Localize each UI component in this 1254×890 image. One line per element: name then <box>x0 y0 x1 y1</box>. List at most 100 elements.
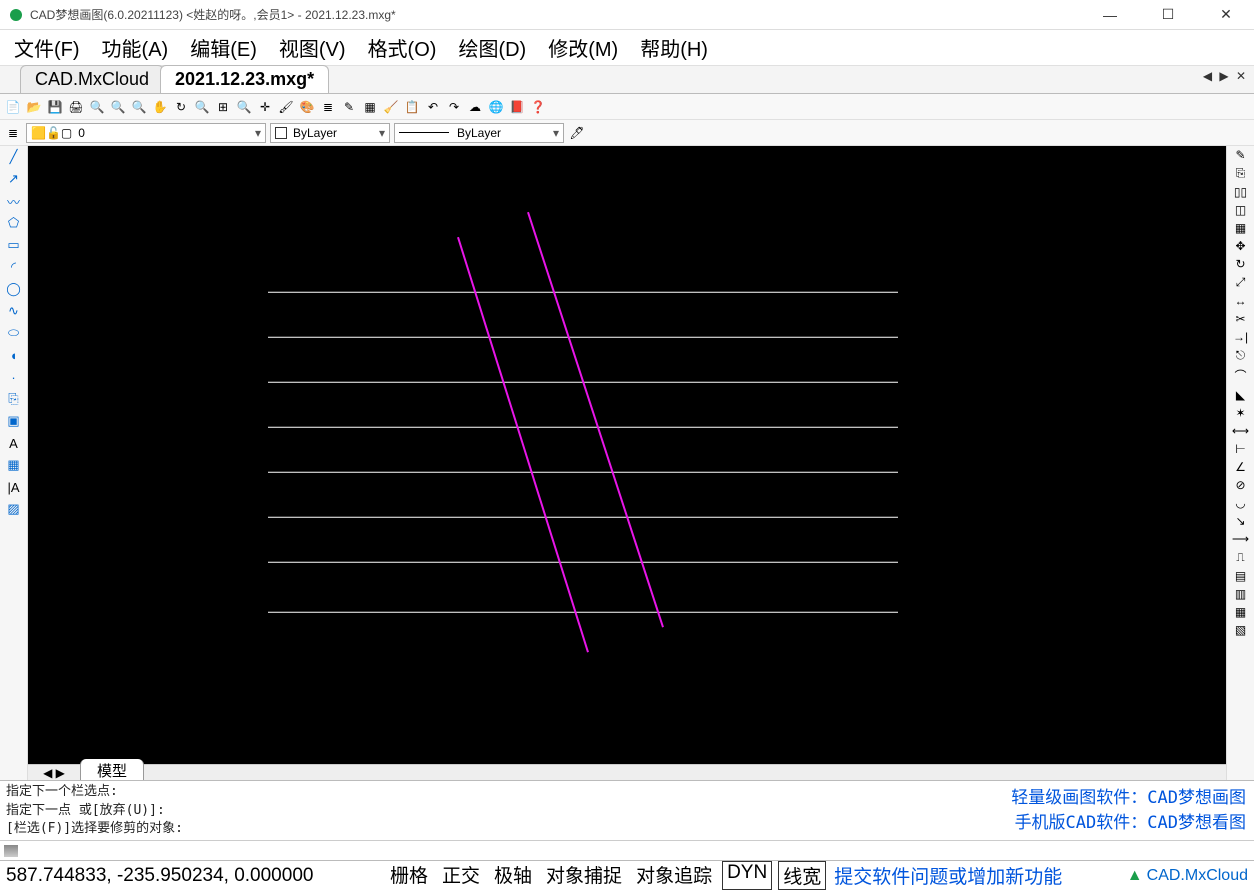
line-icon[interactable]: ╱ <box>4 148 24 166</box>
drawing-canvas[interactable]: Y X 20 140 0 60 <box>28 146 1226 764</box>
ellipsearc-icon[interactable]: ◖ <box>4 346 24 364</box>
chamfer-icon[interactable]: ◣ <box>1236 388 1245 402</box>
menu-format[interactable]: 格式(O) <box>364 31 441 64</box>
stretch-icon[interactable]: ↔ <box>1235 294 1247 308</box>
redo-icon[interactable]: ↷ <box>445 98 463 116</box>
copy2-icon[interactable]: ⎘ <box>1236 166 1246 181</box>
linetype-combo[interactable]: ByLayer <box>394 123 564 143</box>
block-icon[interactable]: ▦ <box>361 98 379 116</box>
rectangle-icon[interactable]: ▭ <box>4 236 24 254</box>
menu-draw[interactable]: 绘图(D) <box>454 31 530 64</box>
zoomin-icon[interactable]: 🔍 <box>109 98 127 116</box>
layermgr-icon[interactable]: ≣ <box>4 124 22 142</box>
polygon-icon[interactable]: ⬠ <box>4 214 24 232</box>
help-icon[interactable]: ❓ <box>529 98 547 116</box>
zoomext-icon[interactable]: 🔍 <box>235 98 253 116</box>
layout-nav[interactable]: ◀ ▶ <box>28 766 80 780</box>
toggle-polar[interactable]: 极轴 <box>490 861 536 890</box>
copy-icon[interactable]: 📋 <box>403 98 421 116</box>
clip4-icon[interactable]: ▧ <box>1235 623 1246 637</box>
layers-icon[interactable]: ≣ <box>319 98 337 116</box>
color-combo[interactable]: ByLayer <box>270 123 390 143</box>
toggle-otrack[interactable]: 对象追踪 <box>632 861 716 890</box>
menu-help[interactable]: 帮助(H) <box>636 31 712 64</box>
spline-icon[interactable]: ∿ <box>4 302 24 320</box>
open-icon[interactable]: 📂 <box>25 98 43 116</box>
move-icon[interactable]: ✥ <box>1235 239 1245 253</box>
dim1-icon[interactable]: ⟷ <box>1232 424 1249 438</box>
toggle-grid[interactable]: 栅格 <box>386 861 432 890</box>
zoomout-icon[interactable]: 🔍 <box>130 98 148 116</box>
dim3-icon[interactable]: ∠ <box>1235 460 1246 474</box>
dim7-icon[interactable]: ⟶ <box>1232 532 1249 546</box>
mtext-icon[interactable]: ▦ <box>4 456 24 474</box>
circle-icon[interactable]: ◯ <box>4 280 24 298</box>
palette-icon[interactable]: 🎨 <box>298 98 316 116</box>
lite-link[interactable]: CAD梦想画图 <box>1147 788 1246 808</box>
rotate-icon[interactable]: ↻ <box>1235 257 1245 271</box>
print-icon[interactable]: 🖨 <box>67 98 85 116</box>
mob-link[interactable]: CAD梦想看图 <box>1147 813 1246 833</box>
break-icon[interactable]: ⎋ <box>1236 348 1246 363</box>
extend-icon[interactable]: →| <box>1233 330 1248 344</box>
ellipse-icon[interactable]: ⬭ <box>4 324 24 342</box>
tab-controls[interactable]: ◀ ▶ ✕ <box>1203 69 1248 83</box>
zoom-icon[interactable]: 🔍 <box>88 98 106 116</box>
minimize-button[interactable]: — <box>1090 7 1130 23</box>
new-icon[interactable]: 📄 <box>4 98 22 116</box>
menu-edit[interactable]: 编辑(E) <box>186 31 261 64</box>
brush-icon[interactable]: 🖌 <box>277 98 295 116</box>
dim8-icon[interactable]: ⎍ <box>1236 550 1244 565</box>
pan-icon[interactable]: ✋ <box>151 98 169 116</box>
fillet-icon[interactable]: ⌒ <box>1234 367 1246 384</box>
clip2-icon[interactable]: ▥ <box>1235 587 1246 601</box>
toggle-ortho[interactable]: 正交 <box>438 861 484 890</box>
style-icon[interactable]: ✎ <box>340 98 358 116</box>
explode-icon[interactable]: ✶ <box>1235 406 1245 420</box>
pdf-icon[interactable]: 📕 <box>508 98 526 116</box>
close-button[interactable]: ✕ <box>1206 6 1246 23</box>
scale-icon[interactable]: ⤢ <box>1236 275 1246 290</box>
cursor-icon[interactable]: ✛ <box>256 98 274 116</box>
trim-icon[interactable]: ✂ <box>1235 312 1245 326</box>
matchprop-icon[interactable]: 🖊 <box>568 124 586 142</box>
command-input[interactable] <box>22 843 1250 858</box>
menu-modify[interactable]: 修改(M) <box>544 31 622 64</box>
menu-view[interactable]: 视图(V) <box>275 31 350 64</box>
arc-icon[interactable]: ◜ <box>4 258 24 276</box>
save-icon[interactable]: 💾 <box>46 98 64 116</box>
hatch-icon[interactable]: ▨ <box>4 500 24 518</box>
regen-icon[interactable]: ↻ <box>172 98 190 116</box>
submit-link[interactable]: 提交软件问题或增加新功能 <box>834 862 1062 889</box>
dim5-icon[interactable]: ◡ <box>1235 496 1245 510</box>
array-icon[interactable]: ▦ <box>1235 221 1246 235</box>
erase-icon[interactable]: 🧹 <box>382 98 400 116</box>
toggle-lwt[interactable]: 线宽 <box>778 861 826 890</box>
offset-icon[interactable]: ◫ <box>1235 203 1246 217</box>
layer-combo[interactable]: 🟨🔓▢ 0 <box>26 123 266 143</box>
model-tab[interactable]: 模型 <box>80 759 144 783</box>
text-icon[interactable]: A <box>4 434 24 452</box>
block2-icon[interactable]: ▣ <box>4 412 24 430</box>
insert-icon[interactable]: ⎘ <box>4 390 24 408</box>
xline-icon[interactable]: ↗ <box>4 170 24 188</box>
tab-cloud[interactable]: CAD.MxCloud <box>20 65 164 93</box>
toggle-dyn[interactable]: DYN <box>722 861 772 890</box>
clip3-icon[interactable]: ▦ <box>1235 605 1246 619</box>
point-icon[interactable]: · <box>4 368 24 386</box>
cloud-icon[interactable]: ☁ <box>466 98 484 116</box>
erase2-icon[interactable]: ✎ <box>1235 148 1245 162</box>
undo-icon[interactable]: ↶ <box>424 98 442 116</box>
textv-icon[interactable]: |A <box>4 478 24 496</box>
zoomall-icon[interactable]: ⊞ <box>214 98 232 116</box>
zoomwin-icon[interactable]: 🔍 <box>193 98 211 116</box>
menu-func[interactable]: 功能(A) <box>98 31 173 64</box>
polyline-icon[interactable]: 〰 <box>4 192 24 210</box>
maximize-button[interactable]: ☐ <box>1148 6 1188 23</box>
clip1-icon[interactable]: ▤ <box>1235 569 1246 583</box>
dim6-icon[interactable]: ↘ <box>1235 514 1245 528</box>
web-icon[interactable]: 🌐 <box>487 98 505 116</box>
dim4-icon[interactable]: ⊘ <box>1235 478 1245 492</box>
menu-file[interactable]: 文件(F) <box>10 31 84 64</box>
dim2-icon[interactable]: ⊢ <box>1235 442 1245 456</box>
